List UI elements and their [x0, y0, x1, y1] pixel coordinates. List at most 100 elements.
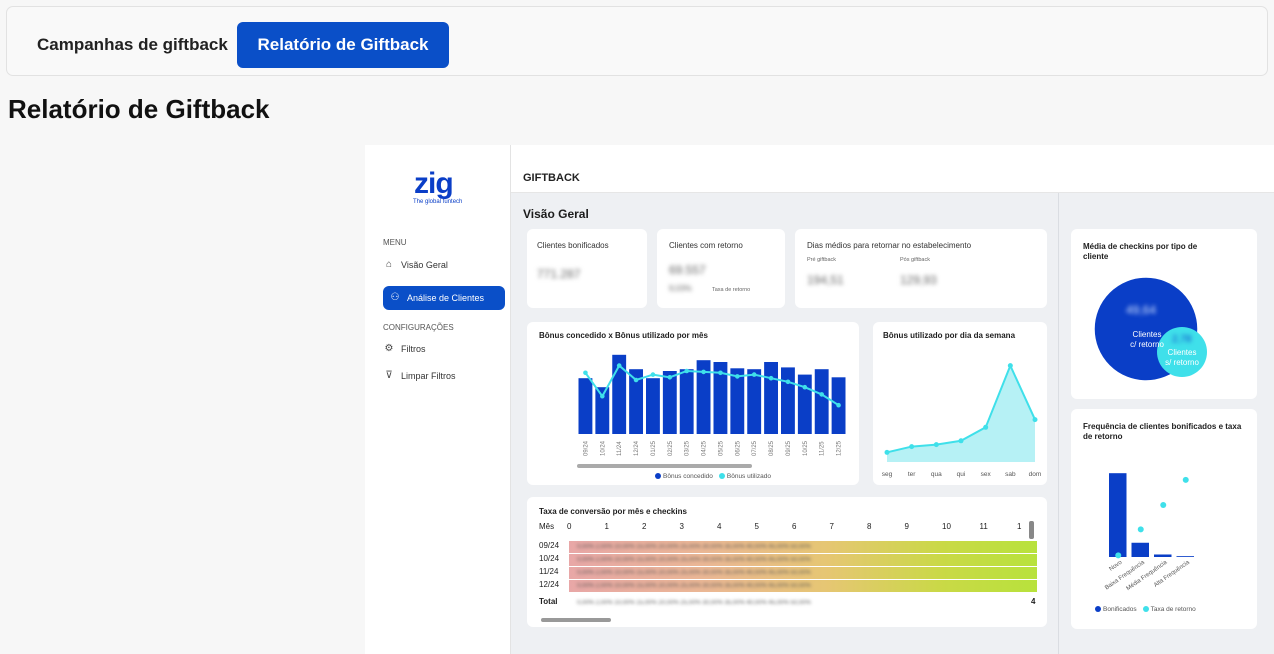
pre-giftback-label: Pré giftback: [807, 257, 837, 263]
menu-item-analise-clientes[interactable]: ⚇ Análise de Clientes: [383, 286, 505, 310]
heatmap-column-header: 11: [979, 522, 988, 531]
heatmap-total-last: 4: [1031, 597, 1036, 606]
point-bonus-dia: [909, 444, 915, 450]
x-tick-label: Média Frequência: [1126, 559, 1169, 592]
heatmap-row-label: Total: [539, 597, 558, 606]
point-bonus-utilizado: [633, 377, 639, 383]
menu-item-label: Visão Geral: [401, 260, 448, 270]
x-tick-label: 12/25: [837, 440, 843, 456]
heatmap-column-header: 5: [754, 522, 759, 531]
heatmap-card: Taxa de conversão por mês e checkins Mês…: [527, 497, 1047, 627]
heatmap-column-header: 0: [567, 522, 572, 531]
point-bonus-dia: [884, 449, 890, 455]
heatmap-column-header: 9: [904, 522, 909, 531]
x-tick-label: sab: [1005, 471, 1016, 478]
heatmap-scrollbar-h[interactable]: [541, 618, 611, 622]
point-bonus-utilizado: [768, 375, 774, 381]
divider: [1058, 193, 1059, 654]
tab-campanhas-giftback[interactable]: Campanhas de giftback: [17, 22, 248, 68]
heatmap-cells: 0,00% 2,00% 10,00% 15,00% 20,00% 25,00% …: [569, 567, 1037, 579]
bar-bonus-concedido: [764, 362, 778, 434]
bar-bonus-concedido: [646, 378, 660, 434]
heatmap-row-label: 09/24: [539, 541, 560, 550]
checkins-big-label: Clientes c/ retorno: [1130, 330, 1164, 349]
legend-item-utilizado: Bônus utilizado: [718, 473, 771, 480]
point-bonus-utilizado: [718, 370, 723, 376]
pos-giftback-label: Pós giftback: [900, 257, 930, 263]
point-bonus-utilizado: [802, 384, 808, 390]
point-taxa-retorno: [1137, 526, 1144, 533]
bar-bonus-concedido: [814, 369, 829, 434]
checkins-small-label: Clientes s/ retorno: [1165, 348, 1199, 367]
bar-bonus-concedido: [797, 374, 812, 434]
bar-bonus-concedido: [679, 369, 694, 434]
heatmap-column-header: 1: [604, 522, 609, 531]
checkins-card: Média de checkins por tipo de cliente 49…: [1071, 229, 1257, 399]
chart-scrollbar: [577, 464, 752, 468]
heatmap-cells: 0,00% 2,00% 10,00% 15,00% 20,00% 25,00% …: [569, 597, 1037, 609]
heatmap-row-label: 11/24: [539, 567, 559, 576]
heatmap-column-header: 1: [1017, 522, 1022, 531]
kpi-clientes-retorno: Clientes com retorno 69.557 9,03% Taxa d…: [657, 229, 785, 308]
legend-item-concedido: Bônus concedido: [655, 473, 713, 480]
frequencia-card: Frequência de clientes bonificados e tax…: [1071, 409, 1257, 629]
point-bonus-utilizado: [836, 402, 841, 408]
kpi-sub-label: Taxa de retorno: [712, 287, 751, 293]
point-bonus-utilizado: [650, 372, 656, 377]
x-tick-label: ter: [908, 471, 916, 478]
heatmap-scrollbar-v[interactable]: [1029, 521, 1034, 539]
point-bonus-utilizado: [751, 372, 757, 377]
checkins-bubbles: [1093, 276, 1207, 382]
heatmap-column-header: 3: [679, 522, 684, 531]
point-bonus-utilizado: [583, 370, 588, 376]
kpi-label: Dias médios para retornar no estabelecim…: [807, 241, 972, 250]
heatmap-row-label: 12/24: [539, 580, 560, 589]
heatmap-rows: 09/24 0,00% 2,00% 10,00% 15,00% 20,00% 25…: [535, 541, 1045, 621]
point-taxa-retorno: [1115, 552, 1122, 559]
x-tick-label: 07/25: [752, 440, 758, 456]
x-tick-label: qua: [931, 471, 942, 478]
report-embed: zig The global funtech MENU ⌂ Visão Gera…: [365, 145, 1274, 654]
x-tick-label: 12/24: [634, 440, 640, 456]
point-bonus-dia: [933, 442, 939, 448]
x-tick-label: dom: [1029, 471, 1042, 478]
tab-relatorio-giftback[interactable]: Relatório de Giftback: [237, 22, 449, 68]
point-bonus-dia: [958, 438, 964, 444]
x-tick-label: 09/24: [583, 440, 589, 456]
x-tick-label: 11/24: [617, 441, 623, 456]
logo-tagline: The global funtech: [413, 199, 463, 205]
x-tick-label: 01/25: [651, 440, 657, 456]
checkins-big-value: 49,64: [1126, 303, 1157, 317]
menu-item-filtros[interactable]: ⚙ Filtros: [383, 337, 426, 361]
legend-item-bonificados: Bonificados: [1095, 606, 1137, 613]
point-bonus-utilizado: [701, 369, 706, 375]
heatmap-cells: 0,00% 2,00% 10,00% 15,00% 20,00% 25,00% …: [569, 541, 1037, 553]
chart-bonus-mes-card: Bônus concedido x Bônus utilizado por mê…: [527, 322, 859, 485]
x-tick-label: Novo: [1108, 559, 1123, 572]
x-tick-label: 10/25: [803, 440, 809, 456]
bar-bonus-concedido: [662, 371, 677, 434]
point-bonus-utilizado: [785, 379, 791, 385]
point-bonus-dia: [1007, 363, 1013, 369]
point-taxa-retorno: [1182, 476, 1189, 483]
x-tick-label: qui: [957, 471, 966, 478]
menu-item-limpar-filtros[interactable]: ⊽ Limpar Filtros: [383, 364, 455, 388]
x-tick-label: 09/25: [786, 440, 792, 456]
heatmap-column-header: 6: [792, 522, 797, 531]
x-tick-label: 03/25: [685, 440, 691, 456]
heatmap-cells: 0,00% 2,00% 10,00% 15,00% 20,00% 25,00% …: [569, 580, 1037, 592]
point-bonus-utilizado: [616, 363, 622, 368]
report-header: GIFTBACK: [511, 145, 1274, 193]
menu-label: MENU: [383, 238, 407, 247]
x-tick-label: seg: [882, 471, 893, 478]
report-main: GIFTBACK Visão Geral Clientes bonificado…: [510, 145, 1274, 654]
menu-item-visao-geral[interactable]: ⌂ Visão Geral: [383, 253, 448, 277]
bar-bonificados: [1109, 473, 1127, 557]
heatmap-cells: 0,00% 2,00% 10,00% 15,00% 20,00% 25,00% …: [569, 554, 1037, 566]
chart-bonus-dia-card: Bônus utilizado por dia da semana seg ter…: [873, 322, 1047, 485]
checkins-small-value: 2,78: [1172, 334, 1192, 345]
bar-bonificados: [1154, 554, 1172, 557]
x-tick-label: 02/25: [668, 440, 674, 456]
point-bonus-utilizado: [600, 393, 605, 399]
clients-icon: ⚇: [390, 292, 400, 303]
